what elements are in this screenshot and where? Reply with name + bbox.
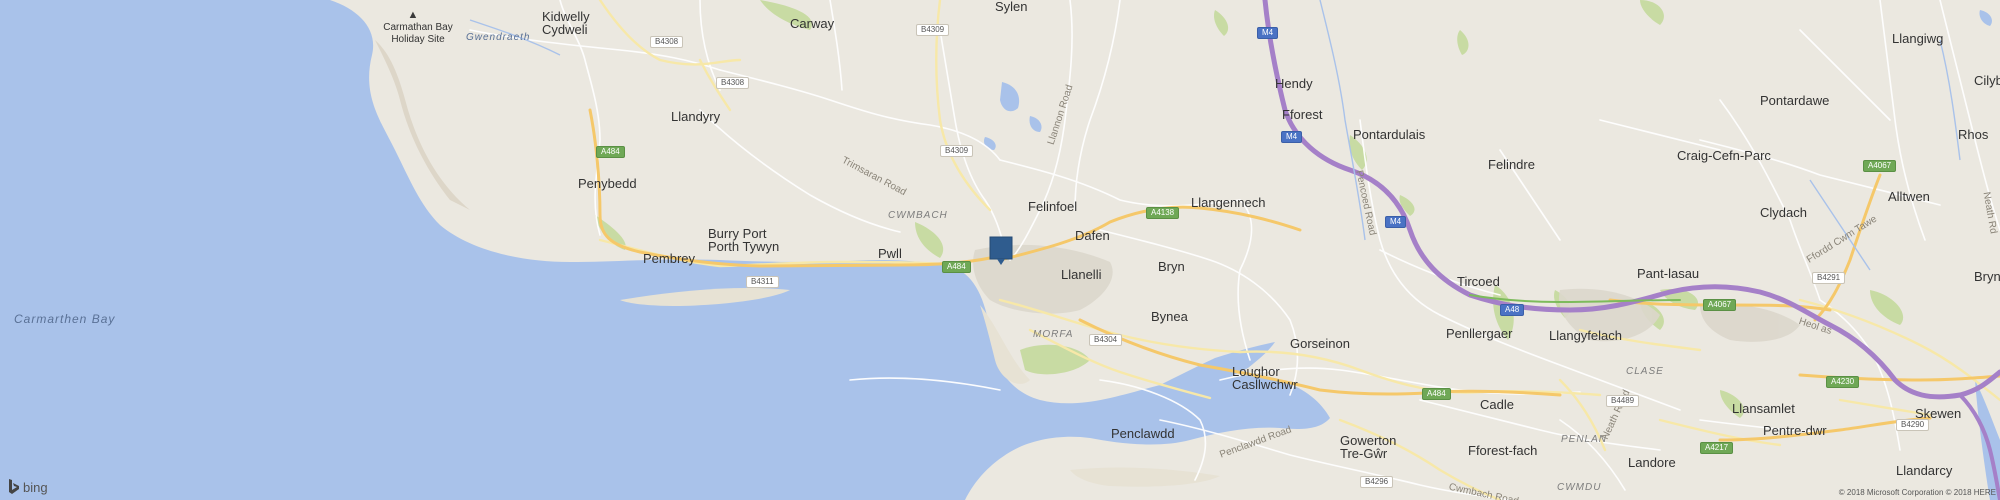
shield-b4309-1: B4309 (916, 24, 950, 36)
water-label-carmarthen-bay: Carmarthen Bay (14, 312, 116, 326)
place-penllergaer[interactable]: Penllergaer (1446, 327, 1513, 340)
place-fforest-fach[interactable]: Fforest-fach (1468, 444, 1537, 457)
place-pentre-dwr[interactable]: Pentre-dwr (1763, 424, 1827, 437)
place-llangennech[interactable]: Llangennech (1191, 196, 1265, 209)
district-cwmbach: CWMBACH (888, 210, 948, 221)
shield-m4-3: M4 (1385, 216, 1407, 228)
place-rhos[interactable]: Rhos (1958, 128, 1988, 141)
shield-b4290: B4290 (1896, 419, 1930, 431)
shield-b4308-1: B4308 (650, 36, 684, 48)
shield-a4067-2: A4067 (1703, 299, 1737, 311)
place-carway[interactable]: Carway (790, 17, 834, 30)
shield-b4309-2: B4309 (940, 145, 974, 157)
place-cilybe[interactable]: Cilybe (1974, 74, 2000, 87)
bing-logo-icon (9, 479, 19, 494)
place-kidwelly[interactable]: Kidwelly Cydweli (542, 10, 602, 36)
place-bynea[interactable]: Bynea (1151, 310, 1188, 323)
place-gorseinon[interactable]: Gorseinon (1290, 337, 1350, 350)
water-label-gwendraeth: Gwendraeth (466, 32, 531, 43)
place-llandarcy[interactable]: Llandarcy (1896, 464, 1952, 477)
shield-m4-2: M4 (1281, 131, 1303, 143)
bing-logo-text: bing (23, 479, 48, 495)
place-carmathan-bay-holiday-site[interactable]: Carmathan Bay Holiday Site (373, 22, 463, 46)
bing-logo: bing (8, 479, 48, 495)
triangle-icon: ▲ (407, 9, 419, 21)
place-felinfoel[interactable]: Felinfoel (1028, 200, 1077, 213)
shield-b4489: B4489 (1606, 395, 1640, 407)
place-pontardawe[interactable]: Pontardawe (1760, 94, 1829, 107)
place-penybedd[interactable]: Penybedd (578, 177, 637, 190)
shield-m4-1: M4 (1257, 27, 1279, 39)
shield-b4308-2: B4308 (716, 77, 750, 89)
district-clase: CLASE (1626, 366, 1664, 377)
place-pwll[interactable]: Pwll (878, 247, 902, 260)
place-bryn[interactable]: Bryn (1158, 260, 1185, 273)
place-hendy[interactable]: Hendy (1275, 77, 1313, 90)
place-craig-cefn-parc[interactable]: Craig-Cefn-Parc (1677, 149, 1771, 162)
place-bryn-edge[interactable]: Bryn- (1974, 270, 2000, 283)
shield-a4138: A4138 (1146, 207, 1180, 219)
shield-a484-2: A484 (942, 261, 971, 273)
shield-a4230: A4230 (1826, 376, 1860, 388)
shield-a4067-1: A4067 (1863, 160, 1897, 172)
place-landore[interactable]: Landore (1628, 456, 1676, 469)
place-pontardulais[interactable]: Pontardulais (1353, 128, 1425, 141)
district-cwmdu: CWMDU (1557, 482, 1602, 493)
shield-b4311: B4311 (746, 276, 779, 288)
shield-b4304: B4304 (1089, 334, 1123, 346)
place-pant-lasau[interactable]: Pant-lasau (1637, 267, 1699, 280)
place-clydach[interactable]: Clydach (1760, 206, 1807, 219)
place-llangyfelach[interactable]: Llangyfelach (1549, 329, 1622, 342)
shield-b4296: B4296 (1360, 476, 1394, 488)
place-gowerton[interactable]: Gowerton Tre-Gŵr (1340, 434, 1406, 460)
place-cadle[interactable]: Cadle (1480, 398, 1514, 411)
map-canvas[interactable]: Carmarthen Bay Gwendraeth ▲ Carmathan Ba… (0, 0, 2000, 500)
district-morfa: MORFA (1033, 329, 1074, 340)
place-llansamlet[interactable]: Llansamlet (1732, 402, 1795, 415)
place-llanelli[interactable]: Llanelli (1061, 268, 1101, 281)
place-alltwen[interactable]: Alltwen (1888, 190, 1930, 203)
shield-b4291: B4291 (1812, 272, 1846, 284)
location-pin-icon[interactable] (989, 236, 1013, 266)
shield-a484-1: A484 (596, 146, 625, 158)
place-loughor[interactable]: Loughor Casllwchwr (1232, 365, 1302, 391)
shield-a484-3: A484 (1422, 388, 1451, 400)
shield-a4217: A4217 (1700, 442, 1734, 454)
place-llandyry[interactable]: Llandyry (671, 110, 720, 123)
place-pembrey[interactable]: Pembrey (643, 252, 695, 265)
place-felindre[interactable]: Felindre (1488, 158, 1535, 171)
place-penclawdd[interactable]: Penclawdd (1111, 427, 1175, 440)
place-sylen[interactable]: Sylen (995, 0, 1028, 13)
place-tircoed[interactable]: Tircoed (1457, 275, 1500, 288)
map-copyright: © 2018 Microsoft Corporation © 2018 HERE (1838, 488, 1996, 497)
place-burry-port[interactable]: Burry Port Porth Tywyn (708, 227, 784, 253)
place-fforest[interactable]: Fforest (1282, 108, 1322, 121)
shield-a48: A48 (1500, 304, 1525, 316)
place-llangiwg[interactable]: Llangiwg (1892, 32, 1943, 45)
place-dafen[interactable]: Dafen (1075, 229, 1110, 242)
